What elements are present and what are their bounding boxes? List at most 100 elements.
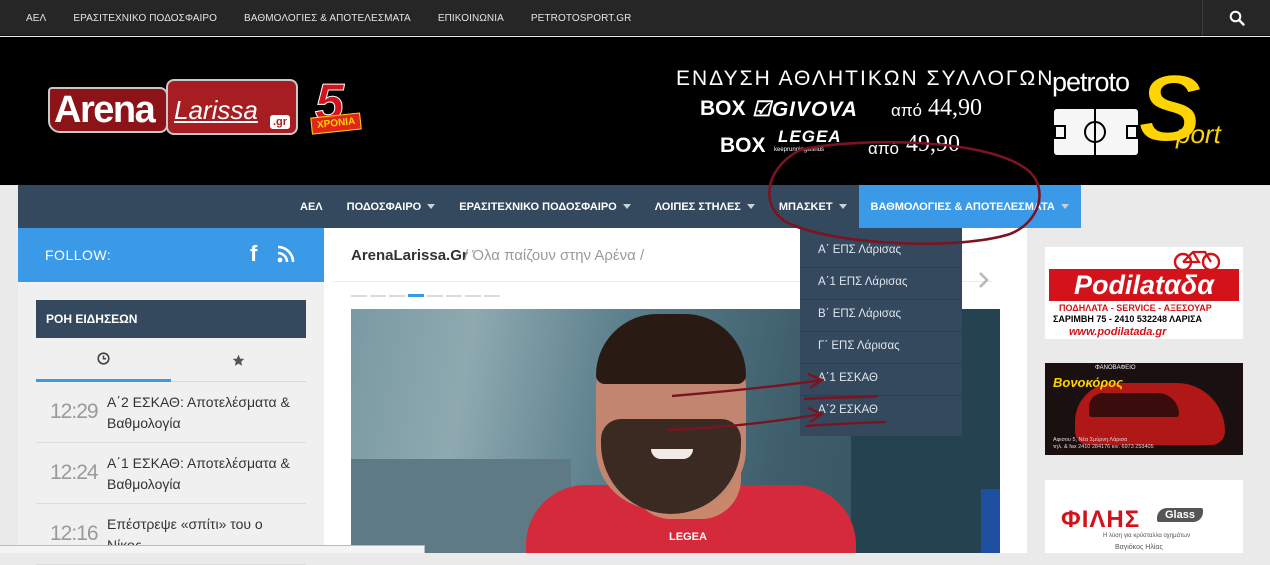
slider-dot[interactable] [351,295,367,297]
vonokoros-tag: ΦΑΝΟΒΑΦΕΙΟ [1095,365,1136,371]
top-link-petrotosport[interactable]: PETROTOSPORT.GR [531,13,632,24]
news-title[interactable]: Α΄1 ΕΣΚΑΘ: Αποτελέσματα & Βαθμολογία [107,453,297,495]
ad-box-1: BOX [700,97,746,120]
slider-dot[interactable] [389,295,405,297]
top-link-contact[interactable]: ΕΠΙΚΟΙΝΩΝΙΑ [438,13,504,24]
news-item[interactable]: 12:29 Α΄2 ΕΣΚΑΘ: Αποτελέσματα & Βαθμολογ… [36,382,306,443]
podilatada-name: Podilatαδα [1049,269,1239,301]
news-time: 12:24 [50,461,99,484]
rss-icon[interactable] [276,244,296,264]
nav-item[interactable]: ΛΟΙΠΕΣ ΣΤΗΛΕΣ [643,185,767,228]
nav-item[interactable]: ΠΟΔΟΣΦΑΙΡΟ [335,185,448,228]
podilatada-line2: ΣΑΡΙΜΒΗ 75 - 2410 532248 ΛΑΡΙΣΑ [1053,314,1203,324]
filis-sub2: Βαγιόκος Ηλίας [1115,544,1163,551]
logo-gr-text: .gr [270,115,291,129]
caret-down-icon [1060,204,1069,209]
ad-brand-givova: ☑GIVOVA [752,98,858,121]
ad-brand-legea: LEGEA [778,127,842,146]
nav-items: ΑΕΛ ΠΟΔΟΣΦΑΙΡΟ ΕΡΑΣΙΤΕΧΝΙΚΟ ΠΟΔΟΣΦΑΙΡΟ ΛΟΙΠ… [288,185,1081,228]
tab-recent[interactable] [36,338,171,382]
caret-down-icon [838,204,847,209]
news-item[interactable]: 12:16 Επέστρεψε «σπίτι» του ο Νίκος [36,504,306,565]
podilatada-line1: ΠΟΔΗΛΑΤΑ - SERVICE - ΑΞΕΣΟΥΑΡ [1059,303,1212,313]
sponsor-port: port [1176,119,1221,149]
jersey-brand: LEGEA [669,531,707,543]
news-time: 12:29 [50,400,99,423]
filis-sub: Η λύση για κρύσταλλα οχημάτων [1103,533,1191,539]
caret-down-icon [622,204,631,209]
nav-item[interactable]: ΑΕΛ [288,185,335,228]
main-nav: ΑΕΛ ΠΟΔΟΣΦΑΙΡΟ ΕΡΑΣΙΤΕΧΝΙΚΟ ΠΟΔΟΣΦΑΙΡΟ ΛΟΙΠ… [18,185,1081,228]
browser-status-bar [0,545,425,553]
caret-down-icon [427,204,436,209]
top-bar: ΑΕΛ ΕΡΑΣΙΤΕΧΝΙΚΟ ΠΟΔΟΣΦΑΙΡΟ ΒΑΘΜΟΛΟΓΙΕΣ … [0,0,1270,36]
dropdown-item[interactable]: Γ΄ ΕΠΣ Λάρισας [800,331,962,363]
nav-item-label: ΜΠΑΣΚΕΤ [778,200,833,213]
nav-item-label: ΠΟΔΟΣΦΑΙΡΟ [346,200,422,213]
ad-legea-tagline: keeprunningwithus [774,147,825,153]
chevron-right-icon[interactable] [976,270,992,290]
nav-item[interactable]: ΒΑΘΜΟΛΟΓΙΕΣ & ΑΠΟΤΕΛΕΣΜΑΤΑ [858,185,1081,228]
follow-bar: FOLLOW: f [18,228,324,282]
filis-name: ΦΙΛΗΣ [1061,506,1141,533]
sponsor-word: petroto [1052,67,1130,97]
standings-dropdown-menu: Α΄ ΕΠΣ Λάρισας Α΄1 ΕΠΣ Λάρισας Β΄ ΕΠΣ Λάρι… [800,228,962,436]
slider-dot[interactable] [408,294,424,297]
slider-dot[interactable] [465,295,481,297]
slider-dot[interactable] [370,295,386,297]
petrotosport-logo[interactable]: petroto S port [1052,60,1242,162]
search-button[interactable] [1202,0,1270,36]
ticker-tabs [36,338,306,382]
star-icon [232,354,245,366]
news-ticker: ΡΟΗ ΕΙΔΗΣΕΩΝ 12:29 Α΄2 ΕΣΚΑΘ: Αποτελέσμα… [36,300,306,565]
slider-dot[interactable] [446,295,462,297]
site-header: Arena Larissa .gr 5 ΧΡΟΝΙΑ ΕΝΔΥΣΗ ΑΘΛΗΤΙ… [0,37,1270,185]
ad-from-1: από [891,101,923,120]
football-field-icon [1054,109,1138,155]
ad-headline: ΕΝΔΥΣΗ ΑΘΛΗΤΙΚΩΝ ΣΥΛΛΟΓΩΝ [676,67,1055,90]
dropdown-item[interactable]: Α΄1 ΕΠΣ Λάρισας [800,267,962,299]
podilatada-url: www.podilatada.gr [1069,326,1167,338]
slider-dot[interactable] [427,295,443,297]
ad-price-1: 44,90 [928,95,982,121]
ad-price-2: 49,90 [906,131,960,157]
news-time: 12:16 [50,522,99,545]
nav-item[interactable]: ΕΡΑΣΙΤΕΧΝΙΚΟ ΠΟΔΟΣΦΑΙΡΟ [447,185,643,228]
nav-item-label: ΑΕΛ [300,200,323,213]
top-link-ael[interactable]: ΑΕΛ [26,13,46,24]
dropdown-item[interactable]: Α΄2 ΕΣΚΑΘ [800,395,962,427]
anniversary-badge: 5 ΧΡΟΝΙΑ [305,77,395,141]
top-links: ΑΕΛ ΕΡΑΣΙΤΕΧΝΙΚΟ ΠΟΔΟΣΦΑΙΡΟ ΒΑΘΜΟΛΟΓΙΕΣ … [26,0,658,36]
site-tagline: / Όλα παίζουν στην Αρένα / [464,247,645,264]
top-link-standings[interactable]: ΒΑΘΜΟΛΟΓΙΕΣ & ΑΠΟΤΕΛΕΣΜΑΤΑ [244,13,411,24]
ticker-title: ΡΟΗ ΕΙΔΗΣΕΩΝ [36,300,306,338]
top-link-amateur-football[interactable]: ΕΡΑΣΙΤΕΧΝΙΚΟ ΠΟΔΟΣΦΑΙΡΟ [73,13,217,24]
slider-indicators [351,294,503,297]
dropdown-item[interactable]: Α΄1 ΕΣΚΑΘ [800,363,962,395]
logo-arena-text: Arena [54,89,156,131]
site-name[interactable]: ArenaLarissa.Gr [351,247,468,264]
nav-item[interactable]: ΜΠΑΣΚΕΤ [767,185,859,228]
left-sidebar: FOLLOW: f ΡΟΗ ΕΙΔΗΣΕΩΝ 12:29 Α΄2 ΕΣΚΑΘ: … [18,228,324,565]
logo-larissa-text: Larissa [174,95,258,125]
ad-from-2: από [868,139,900,158]
dropdown-item[interactable]: Α΄ ΕΠΣ Λάρισας [800,228,962,267]
filis-glass-label: Glass [1157,508,1203,522]
vonokoros-address: Αφισου 5, Νέα Σμύρνη Λάρισα τηλ. & fax 2… [1053,437,1154,450]
vonokoros-name: Βονοκόρος [1053,375,1124,390]
ad-vonokoros[interactable]: ΦΑΝΟΒΑΦΕΙΟ Βονοκόρος Αφισου 5, Νέα Σμύρν… [1045,363,1243,455]
facebook-icon[interactable]: f [250,241,257,267]
slider-dot[interactable] [484,295,500,297]
bicycle-icon [1173,250,1221,271]
nav-item-label: ΒΑΘΜΟΛΟΓΙΕΣ & ΑΠΟΤΕΛΕΣΜΑΤΑ [870,200,1055,213]
nav-item-label: ΕΡΑΣΙΤΕΧΝΙΚΟ ΠΟΔΟΣΦΑΙΡΟ [459,200,617,213]
ad-filis-glass[interactable]: ΦΙΛΗΣ Glass Η λύση για κρύσταλλα οχημάτω… [1045,480,1243,553]
news-item[interactable]: 12:24 Α΄1 ΕΣΚΑΘ: Αποτελέσματα & Βαθμολογ… [36,443,306,504]
ad-podilatada[interactable]: Podilatαδα ΠΟΔΗΛΑΤΑ - SERVICE - ΑΞΕΣΟΥΑΡ… [1045,247,1243,339]
nav-item-label: ΛΟΙΠΕΣ ΣΤΗΛΕΣ [654,200,741,213]
dropdown-item[interactable]: Β΄ ΕΠΣ Λάρισας [800,299,962,331]
search-icon [1229,10,1245,26]
header-banner-ad[interactable]: ΕΝΔΥΣΗ ΑΘΛΗΤΙΚΩΝ ΣΥΛΛΟΓΩΝ BOX ☑GIVOVA απ… [660,67,1052,177]
news-title[interactable]: Α΄2 ΕΣΚΑΘ: Αποτελέσματα & Βαθμολογία [107,392,297,434]
tab-popular[interactable] [171,338,306,382]
